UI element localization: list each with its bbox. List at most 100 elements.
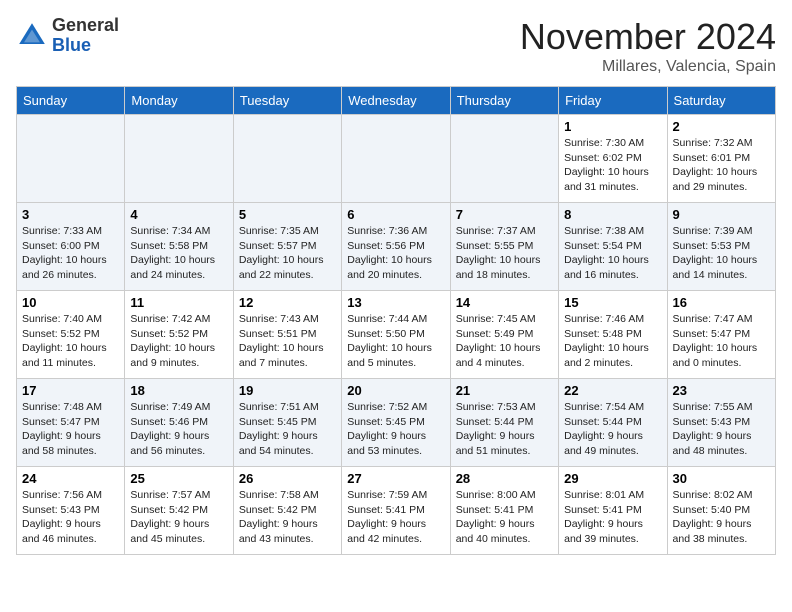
calendar-cell: 12Sunrise: 7:43 AM Sunset: 5:51 PM Dayli…: [233, 291, 341, 379]
day-number: 6: [347, 207, 444, 222]
day-info: Sunrise: 7:40 AM Sunset: 5:52 PM Dayligh…: [22, 312, 119, 371]
day-info: Sunrise: 7:53 AM Sunset: 5:44 PM Dayligh…: [456, 400, 553, 459]
logo-icon: [16, 20, 48, 52]
logo-text: General Blue: [52, 16, 119, 56]
day-number: 13: [347, 295, 444, 310]
calendar-cell: [17, 115, 125, 203]
calendar-cell: 29 Sunrise: 8:01 AM Sunset: 5:41 PM Dayli…: [559, 467, 667, 555]
day-number: 5: [239, 207, 336, 222]
month-title: November 2024: [520, 16, 776, 58]
day-info: Sunrise: 7:58 AM Sunset: 5:42 PM Dayligh…: [239, 488, 336, 547]
day-number: 29: [564, 471, 661, 486]
calendar-cell: 3 Sunrise: 7:33 AM Sunset: 6:00 PM Daylig…: [17, 203, 125, 291]
location: Millares, Valencia, Spain: [520, 58, 776, 76]
calendar-cell: 21 Sunrise: 7:53 AM Sunset: 5:44 PM Dayli…: [450, 379, 558, 467]
weekday-friday: Friday: [559, 87, 667, 115]
day-info: Sunrise: 7:42 AM Sunset: 5:52 PM Dayligh…: [130, 312, 227, 371]
day-number: 2: [673, 119, 770, 134]
calendar-cell: [342, 115, 450, 203]
calendar-cell: 16 Sunrise: 7:47 AM Sunset: 5:47 PM Dayli…: [667, 291, 775, 379]
day-number: 24: [22, 471, 119, 486]
day-info: Sunrise: 8:01 AM Sunset: 5:41 PM Dayligh…: [564, 488, 661, 547]
calendar-cell: 8 Sunrise: 7:38 AM Sunset: 5:54 PM Daylig…: [559, 203, 667, 291]
day-info: Sunrise: 8:00 AM Sunset: 5:41 PM Dayligh…: [456, 488, 553, 547]
day-info: Sunrise: 7:35 AM Sunset: 5:57 PM Dayligh…: [239, 224, 336, 283]
day-info: Sunrise: 7:57 AM Sunset: 5:42 PM Dayligh…: [130, 488, 227, 547]
calendar-cell: [450, 115, 558, 203]
day-info: Sunrise: 7:56 AM Sunset: 5:43 PM Dayligh…: [22, 488, 119, 547]
week-row-5: 24 Sunrise: 7:56 AM Sunset: 5:43 PM Dayli…: [17, 467, 776, 555]
calendar-cell: 19Sunrise: 7:51 AM Sunset: 5:45 PM Dayli…: [233, 379, 341, 467]
day-info: Sunrise: 7:34 AM Sunset: 5:58 PM Dayligh…: [130, 224, 227, 283]
calendar-cell: 5 Sunrise: 7:35 AM Sunset: 5:57 PM Daylig…: [233, 203, 341, 291]
day-info: Sunrise: 7:38 AM Sunset: 5:54 PM Dayligh…: [564, 224, 661, 283]
weekday-wednesday: Wednesday: [342, 87, 450, 115]
calendar-cell: 28 Sunrise: 8:00 AM Sunset: 5:41 PM Dayli…: [450, 467, 558, 555]
day-number: 1: [564, 119, 661, 134]
day-number: 10: [22, 295, 119, 310]
day-info: Sunrise: 8:02 AM Sunset: 5:40 PM Dayligh…: [673, 488, 770, 547]
day-info: Sunrise: 7:32 AM Sunset: 6:01 PM Dayligh…: [673, 136, 770, 195]
day-number: 8: [564, 207, 661, 222]
logo-general: General: [52, 15, 119, 35]
day-number: 4: [130, 207, 227, 222]
day-number: 14: [456, 295, 553, 310]
day-info: Sunrise: 7:36 AM Sunset: 5:56 PM Dayligh…: [347, 224, 444, 283]
calendar-cell: [233, 115, 341, 203]
day-info: Sunrise: 7:30 AM Sunset: 6:02 PM Dayligh…: [564, 136, 661, 195]
day-info: Sunrise: 7:39 AM Sunset: 5:53 PM Dayligh…: [673, 224, 770, 283]
day-info: Sunrise: 7:59 AM Sunset: 5:41 PM Dayligh…: [347, 488, 444, 547]
day-number: 20: [347, 383, 444, 398]
calendar-cell: 15Sunrise: 7:46 AM Sunset: 5:48 PM Dayli…: [559, 291, 667, 379]
calendar-cell: 27 Sunrise: 7:59 AM Sunset: 5:41 PM Dayli…: [342, 467, 450, 555]
day-number: 28: [456, 471, 553, 486]
day-info: Sunrise: 7:52 AM Sunset: 5:45 PM Dayligh…: [347, 400, 444, 459]
day-number: 17: [22, 383, 119, 398]
calendar-cell: 30 Sunrise: 8:02 AM Sunset: 5:40 PM Dayli…: [667, 467, 775, 555]
day-info: Sunrise: 7:49 AM Sunset: 5:46 PM Dayligh…: [130, 400, 227, 459]
calendar-cell: [125, 115, 233, 203]
calendar-cell: 18 Sunrise: 7:49 AM Sunset: 5:46 PM Dayli…: [125, 379, 233, 467]
day-info: Sunrise: 7:45 AM Sunset: 5:49 PM Dayligh…: [456, 312, 553, 371]
calendar-cell: 4 Sunrise: 7:34 AM Sunset: 5:58 PM Daylig…: [125, 203, 233, 291]
day-number: 11: [130, 295, 227, 310]
calendar-cell: 6 Sunrise: 7:36 AM Sunset: 5:56 PM Daylig…: [342, 203, 450, 291]
day-number: 7: [456, 207, 553, 222]
calendar-cell: 25Sunrise: 7:57 AM Sunset: 5:42 PM Dayli…: [125, 467, 233, 555]
day-number: 21: [456, 383, 553, 398]
day-number: 15: [564, 295, 661, 310]
calendar-table: SundayMondayTuesdayWednesdayThursdayFrid…: [16, 86, 776, 555]
page-header: General Blue November 2024 Millares, Val…: [16, 16, 776, 76]
weekday-monday: Monday: [125, 87, 233, 115]
week-row-1: 1 Sunrise: 7:30 AM Sunset: 6:02 PM Daylig…: [17, 115, 776, 203]
day-info: Sunrise: 7:44 AM Sunset: 5:50 PM Dayligh…: [347, 312, 444, 371]
day-info: Sunrise: 7:55 AM Sunset: 5:43 PM Dayligh…: [673, 400, 770, 459]
day-number: 27: [347, 471, 444, 486]
calendar-cell: 17 Sunrise: 7:48 AM Sunset: 5:47 PM Dayli…: [17, 379, 125, 467]
day-info: Sunrise: 7:47 AM Sunset: 5:47 PM Dayligh…: [673, 312, 770, 371]
calendar-cell: 7 Sunrise: 7:37 AM Sunset: 5:55 PM Daylig…: [450, 203, 558, 291]
week-row-4: 17 Sunrise: 7:48 AM Sunset: 5:47 PM Dayli…: [17, 379, 776, 467]
day-number: 23: [673, 383, 770, 398]
day-number: 22: [564, 383, 661, 398]
weekday-saturday: Saturday: [667, 87, 775, 115]
calendar-cell: 13 Sunrise: 7:44 AM Sunset: 5:50 PM Dayli…: [342, 291, 450, 379]
calendar-cell: 9 Sunrise: 7:39 AM Sunset: 5:53 PM Daylig…: [667, 203, 775, 291]
day-info: Sunrise: 7:33 AM Sunset: 6:00 PM Dayligh…: [22, 224, 119, 283]
day-number: 18: [130, 383, 227, 398]
day-number: 26: [239, 471, 336, 486]
day-number: 16: [673, 295, 770, 310]
day-number: 12: [239, 295, 336, 310]
weekday-tuesday: Tuesday: [233, 87, 341, 115]
day-number: 3: [22, 207, 119, 222]
day-info: Sunrise: 7:48 AM Sunset: 5:47 PM Dayligh…: [22, 400, 119, 459]
calendar-cell: 11 Sunrise: 7:42 AM Sunset: 5:52 PM Dayli…: [125, 291, 233, 379]
calendar-cell: 10 Sunrise: 7:40 AM Sunset: 5:52 PM Dayli…: [17, 291, 125, 379]
calendar-cell: 14 Sunrise: 7:45 AM Sunset: 5:49 PM Dayli…: [450, 291, 558, 379]
day-number: 30: [673, 471, 770, 486]
day-info: Sunrise: 7:37 AM Sunset: 5:55 PM Dayligh…: [456, 224, 553, 283]
day-number: 9: [673, 207, 770, 222]
calendar-cell: 1 Sunrise: 7:30 AM Sunset: 6:02 PM Daylig…: [559, 115, 667, 203]
logo: General Blue: [16, 16, 119, 56]
weekday-thursday: Thursday: [450, 87, 558, 115]
